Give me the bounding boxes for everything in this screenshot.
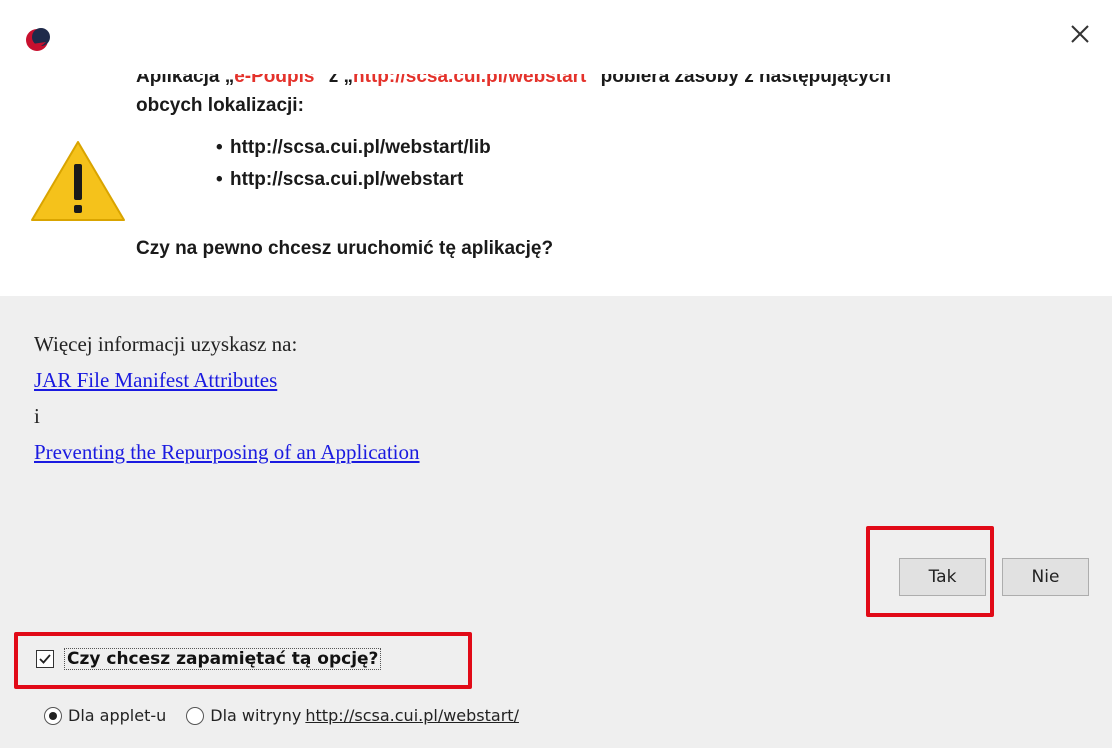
checkmark-icon — [39, 654, 51, 664]
java-logo-icon — [26, 28, 50, 51]
app-url: http://scsa.cui.pl/webstart — [353, 74, 587, 87]
list-item: • http://scsa.cui.pl/webstart — [216, 169, 464, 190]
site-url-link[interactable]: http://scsa.cui.pl/webstart/ — [305, 706, 519, 725]
manifest-attributes-link[interactable]: JAR File Manifest Attributes — [34, 368, 277, 392]
scope-options: Dla applet-u Dla witryny http://scsa.cui.… — [44, 706, 519, 725]
confirm-question: Czy na pewno chcesz uruchomić tę aplikac… — [136, 238, 554, 259]
message-line1: Aplikacja „e-Podpis" z „http://scsa.cui.… — [136, 74, 1076, 91]
message-prefix: Aplikacja „ — [136, 74, 235, 87]
app-name: e-Podpis — [234, 74, 315, 87]
yes-button[interactable]: Tak — [899, 558, 986, 596]
info-intro: Więcej informacji uzyskasz na: — [34, 332, 298, 356]
radio-applet-label[interactable]: Dla applet-u — [68, 706, 166, 725]
close-button[interactable] — [1066, 20, 1094, 48]
dialog-top-pane: Aplikacja „e-Podpis" z „http://scsa.cui.… — [0, 0, 1112, 296]
close-icon — [1071, 25, 1089, 43]
info-conjunction: i — [34, 404, 40, 428]
radio-site-label[interactable]: Dla witryny http://scsa.cui.pl/webstart/ — [210, 706, 519, 725]
message-suffix: " pobiera zasoby z następujących — [586, 74, 892, 87]
radio-applet[interactable] — [44, 706, 62, 725]
location-url: http://scsa.cui.pl/webstart/lib — [230, 137, 491, 158]
location-url: http://scsa.cui.pl/webstart — [230, 169, 464, 190]
message-area: Aplikacja „e-Podpis" z „http://scsa.cui.… — [0, 74, 1112, 282]
repurposing-link[interactable]: Preventing the Repurposing of an Applica… — [34, 440, 420, 464]
radio-site[interactable] — [186, 706, 205, 725]
message-line2: obcych lokalizacji: — [136, 95, 304, 116]
remember-label: Czy chcesz zapamiętać tą opcję? — [64, 648, 382, 670]
remember-checkbox[interactable] — [36, 650, 54, 668]
radio-site-prefix: Dla witryny — [210, 706, 302, 725]
info-block: Więcej informacji uzyskasz na: JAR File … — [34, 326, 420, 470]
message-mid: " z „ — [314, 74, 354, 87]
list-item: • http://scsa.cui.pl/webstart/lib — [216, 137, 491, 158]
remember-option[interactable]: Czy chcesz zapamiętać tą opcję? — [36, 648, 382, 670]
no-button[interactable]: Nie — [1002, 558, 1089, 596]
dialog-bottom-pane: Więcej informacji uzyskasz na: JAR File … — [0, 296, 1112, 748]
locations-list: • http://scsa.cui.pl/webstart/lib • http:/… — [136, 132, 1076, 196]
